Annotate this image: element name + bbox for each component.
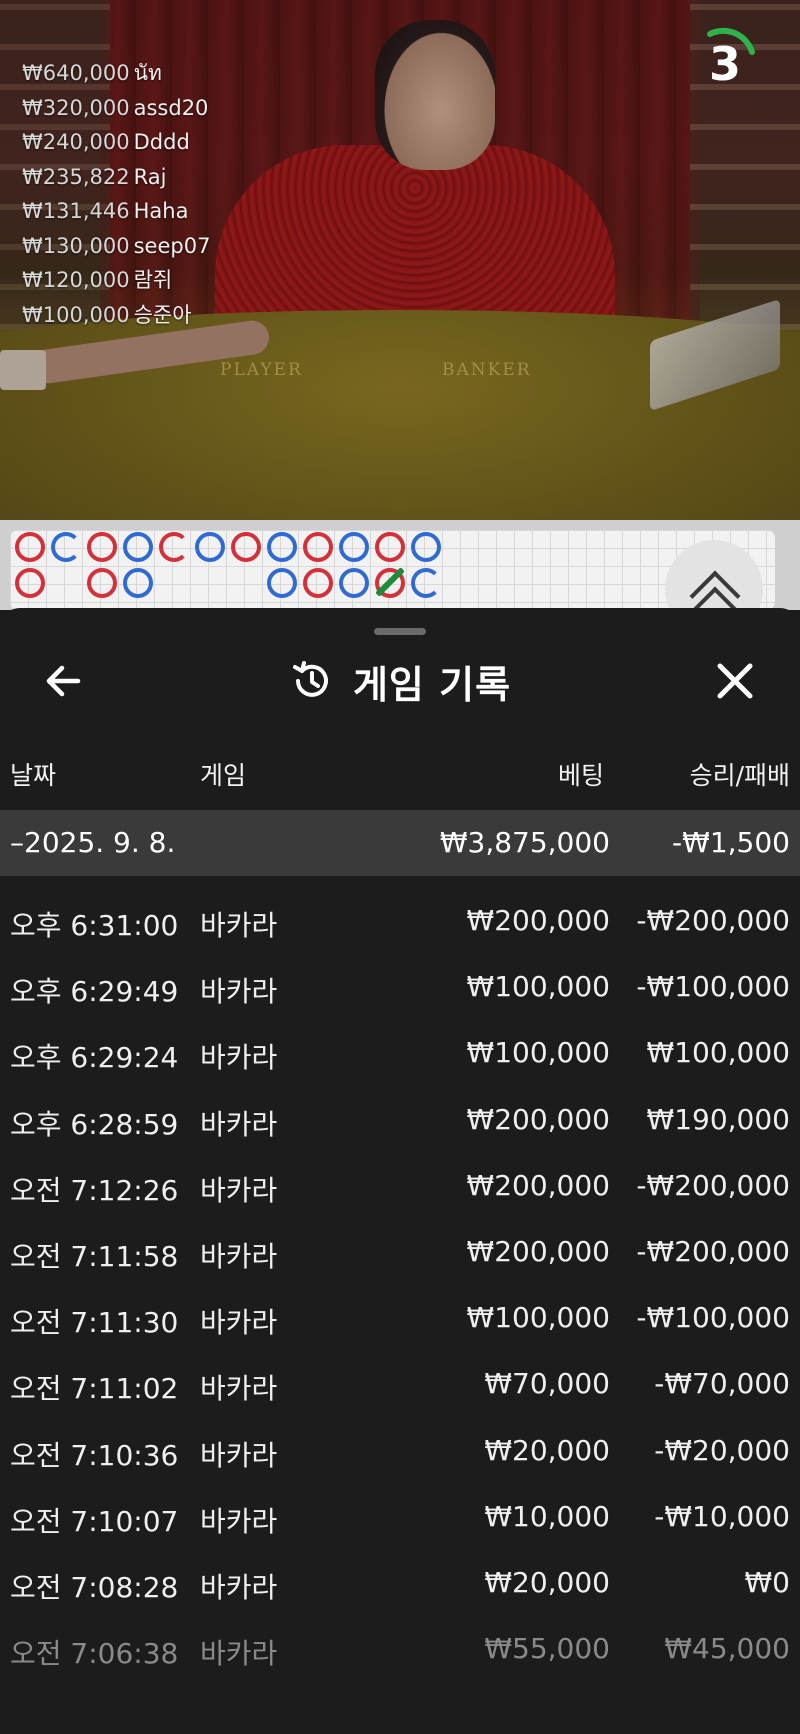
drag-handle[interactable] (374, 628, 426, 635)
leaderboard-row: ₩130,000 seep07 (22, 233, 211, 258)
history-row[interactable]: 오전 7:10:36 바카라 ₩20,000 -₩20,000 (0, 1420, 800, 1486)
bead-banker (231, 532, 261, 562)
leaderboard-row: ₩240,000 Dddd (22, 130, 190, 154)
bead-banker (375, 532, 405, 562)
history-row[interactable]: 오전 7:11:02 바카라 ₩70,000 -₩70,000 (0, 1353, 800, 1419)
date-group-result-total: -₩1,500 (672, 826, 790, 859)
winners-leaderboard: ₩640,000 นัท ₩320,000 assd20 ₩240,000 Dddd … (22, 56, 210, 332)
timer-value: 3 (708, 37, 741, 91)
bead-player (267, 532, 297, 562)
page-title: 게임 기록 (352, 662, 512, 707)
bead-player (411, 532, 441, 562)
leaderboard-row: ₩131,446 Haha (22, 199, 189, 223)
bead-player (411, 568, 441, 598)
date-group-date: –2025. 9. 8. (10, 826, 176, 859)
leaderboard-row: ₩120,000 람쥐 (22, 268, 173, 292)
date-group-header[interactable]: –2025. 9. 8. ₩3,875,000 -₩1,500 (0, 810, 800, 876)
column-header-bet: 베팅 (557, 761, 604, 790)
history-row[interactable]: 오전 7:11:58 바카라 ₩200,000 -₩200,000 (0, 1221, 800, 1287)
bead-player (339, 568, 369, 598)
bead-player (195, 532, 225, 562)
close-button[interactable] (710, 656, 760, 706)
history-row[interactable]: 오후 6:29:49 바카라 ₩100,000 -₩100,000 (0, 956, 800, 1022)
leaderboard-row: ₩235,822 Raj (22, 164, 167, 189)
leaderboard-row: ₩320,000 assd20 (22, 95, 209, 120)
history-row[interactable]: 오후 6:31:00 바카라 ₩200,000 -₩200,000 (0, 890, 800, 956)
history-list: 오후 6:31:00 바카라 ₩200,000 -₩200,000 오후 6:29:4… (0, 890, 800, 1684)
bead-banker (159, 532, 189, 562)
column-header-game: 게임 (200, 761, 247, 790)
countdown-timer: 3 (690, 26, 760, 96)
bead-banker (303, 532, 333, 562)
live-video: PLAYER BANKER ₩640,000 นัท ₩320,000 assd20… (0, 0, 800, 520)
bead-banker (15, 532, 45, 562)
leaderboard-row: ₩640,000 นัท (22, 61, 162, 85)
game-history-panel: 게임 기록 날짜 게임 베팅 승리/패배 –2025. 9. 8. ₩3,875… (0, 608, 800, 1734)
history-row[interactable]: 오전 7:08:28 바카라 ₩20,000 ₩0 (0, 1552, 800, 1618)
bead-player (339, 532, 369, 562)
bead-player (51, 532, 81, 562)
bead-banker (87, 568, 117, 598)
history-row[interactable]: 오전 7:06:38 바카라 ₩55,000 ₩45,000 (0, 1618, 800, 1684)
bead-player (123, 532, 153, 562)
history-row[interactable]: 오후 6:28:59 바카라 ₩200,000 ₩190,000 (0, 1089, 800, 1155)
bead-player (267, 568, 297, 598)
panel-header: 게임 기록 (0, 656, 800, 707)
history-row[interactable]: 오후 6:29:24 바카라 ₩100,000 ₩100,000 (0, 1022, 800, 1088)
bead-road[interactable] (10, 530, 775, 610)
bead-banker (15, 568, 45, 598)
bead-banker (87, 532, 117, 562)
history-icon (292, 661, 328, 697)
history-row[interactable]: 오전 7:12:26 바카라 ₩200,000 -₩200,000 (0, 1155, 800, 1221)
bead-player (123, 568, 153, 598)
date-group-bet-total: ₩3,875,000 (439, 826, 610, 859)
history-row[interactable]: 오전 7:10:07 바카라 ₩10,000 -₩10,000 (0, 1486, 800, 1552)
history-row[interactable]: 오전 7:11:30 바카라 ₩100,000 -₩100,000 (0, 1287, 800, 1353)
bead-banker (303, 568, 333, 598)
column-header-result: 승리/패배 (689, 761, 790, 790)
close-icon (717, 663, 753, 699)
column-header-date: 날짜 (10, 761, 57, 790)
leaderboard-row: ₩100,000 승준아 (22, 302, 192, 327)
